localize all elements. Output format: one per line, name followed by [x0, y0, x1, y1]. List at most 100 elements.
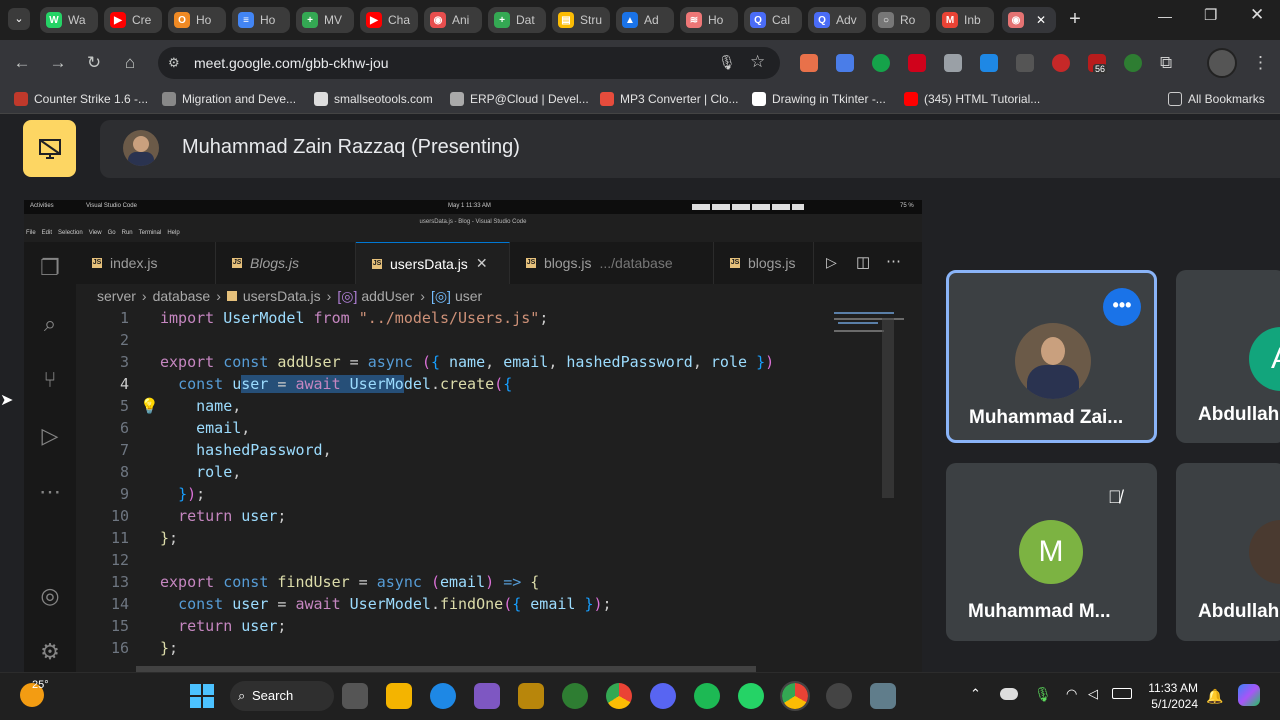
participant-tile[interactable]: Abdullah [1176, 463, 1280, 641]
bookmark-item[interactable]: MP3 Converter | Clo... [600, 92, 739, 106]
menu-item[interactable]: Run [122, 230, 133, 242]
grammarly-extension-icon[interactable] [872, 54, 890, 72]
pocket-extension-icon[interactable] [908, 54, 926, 72]
browser-tab[interactable]: ▲ Ad [616, 7, 674, 33]
spotify-icon[interactable] [694, 683, 720, 709]
minimap[interactable] [830, 308, 922, 674]
address-bar[interactable]: ⚙ meet.google.com/gbb-ckhw-jou 🎙 ☆ [158, 47, 780, 79]
browser-tab[interactable]: ▶ Cha [360, 7, 418, 33]
all-bookmarks[interactable]: All Bookmarks [1168, 92, 1265, 106]
tab-search-button[interactable]: ⌄ [8, 8, 30, 30]
run-icon[interactable]: ▷ [826, 254, 837, 271]
more-options-icon[interactable]: ••• [1103, 288, 1141, 326]
minimize-button[interactable]: — [1158, 8, 1172, 24]
microphone-icon[interactable]: 🎙 [718, 54, 736, 71]
vertical-scrollbar[interactable] [882, 318, 894, 498]
windows-start-icon[interactable] [190, 684, 214, 708]
extension-icon[interactable]: 56 [1088, 54, 1108, 74]
participant-tile[interactable]: A Abdullah [1176, 270, 1280, 443]
browser-tab[interactable]: ○ Ro [872, 7, 930, 33]
extension-icon[interactable] [1124, 54, 1142, 72]
browser-tab[interactable]: O Ho [168, 7, 226, 33]
notification-bell-icon[interactable]: 🔔 [1206, 688, 1223, 705]
restore-button[interactable]: ❐ [1204, 6, 1217, 24]
browser-tab[interactable]: ≋ Ho [680, 7, 738, 33]
clock-date[interactable]: 5/1/2024 [1146, 697, 1198, 711]
volume-icon[interactable]: ◁ [1088, 686, 1098, 702]
account-icon[interactable]: ◎ [36, 582, 64, 610]
site-info-icon[interactable]: ⚙ [168, 55, 180, 71]
editor-tab[interactable]: JS blogs.js .../database [510, 242, 714, 284]
browser-tab[interactable]: Q Cal [744, 7, 802, 33]
file-explorer-icon[interactable] [386, 683, 412, 709]
dosbox-icon[interactable] [518, 683, 544, 709]
battery-icon[interactable] [1112, 688, 1132, 699]
browser-tab[interactable]: Q Adv [808, 7, 866, 33]
menu-item[interactable]: Selection [58, 230, 83, 242]
chrome-active-icon[interactable] [780, 681, 810, 711]
extension-icon[interactable] [800, 54, 818, 72]
participant-tile-active[interactable]: ••• Muhammad Zai... [946, 270, 1157, 443]
app-icon[interactable] [562, 683, 588, 709]
lightbulb-icon[interactable]: 💡 [140, 397, 159, 415]
breadcrumb-item[interactable]: usersData.js [243, 288, 321, 304]
new-tab-button[interactable]: + [1064, 8, 1086, 30]
browser-tab[interactable]: ▤ Stru [552, 7, 610, 33]
reload-button[interactable]: ↻ [84, 53, 104, 73]
microphone-icon[interactable]: 🎙 [1034, 686, 1052, 703]
browser-tab[interactable]: M Inb [936, 7, 994, 33]
task-view-icon[interactable] [342, 683, 368, 709]
menu-item[interactable]: Help [167, 230, 179, 242]
help-icon[interactable] [430, 683, 456, 709]
bookmark-item[interactable]: Counter Strike 1.6 -... [14, 92, 148, 106]
obs-icon[interactable] [826, 683, 852, 709]
adblock-extension-icon[interactable] [1052, 54, 1070, 72]
editor-tab[interactable]: JS blogs.js [714, 242, 814, 284]
forward-button[interactable]: → [48, 53, 68, 73]
extension-icon[interactable] [980, 54, 998, 72]
home-button[interactable]: ⌂ [120, 53, 140, 73]
bookmark-star-icon[interactable]: ☆ [750, 52, 765, 72]
clock-time[interactable]: 11:33 AM [1146, 681, 1198, 695]
whatsapp-icon[interactable] [738, 683, 764, 709]
extensions-puzzle-icon[interactable]: ⧉ [1160, 53, 1172, 73]
translate-extension-icon[interactable] [836, 54, 854, 72]
editor-tab[interactable]: JS index.js [76, 242, 216, 284]
close-window-button[interactable]: ✕ [1250, 5, 1264, 25]
extension-icon[interactable] [944, 54, 962, 72]
copilot-icon[interactable] [1238, 684, 1260, 706]
bookmark-item[interactable]: ERP@Cloud | Devel... [450, 92, 589, 106]
participant-tile[interactable]: 🎙̸ M Muhammad M... [946, 463, 1157, 641]
bookmark-item[interactable]: (345) HTML Tutorial... [904, 92, 1040, 106]
menu-item[interactable]: Terminal [139, 230, 162, 242]
taskbar-search[interactable]: ⌕ Search [230, 681, 334, 711]
browser-tab[interactable]: W Wa [40, 7, 98, 33]
breadcrumb-item[interactable]: server [97, 288, 136, 304]
settings-gear-icon[interactable]: ⚙ [36, 638, 64, 666]
split-editor-icon[interactable]: ◫ [856, 253, 870, 271]
breadcrumb-item[interactable]: user [455, 288, 482, 304]
browser-tab[interactable]: + MV [296, 7, 354, 33]
close-tab-icon[interactable]: ✕ [476, 255, 488, 272]
wifi-icon[interactable]: ◠ [1066, 686, 1077, 702]
browser-tab[interactable]: ▶ Cre [104, 7, 162, 33]
chrome-menu-icon[interactable]: ⋮ [1252, 53, 1269, 73]
explorer-icon[interactable]: ❐ [36, 254, 64, 282]
menu-item[interactable]: Edit [42, 230, 52, 242]
editor-tab-active[interactable]: JS usersData.js ✕ [356, 242, 510, 284]
menu-item[interactable]: View [89, 230, 102, 242]
breadcrumb-item[interactable]: database [153, 288, 211, 304]
back-button[interactable]: ← [12, 53, 32, 73]
bookmark-item[interactable]: Migration and Deve... [162, 92, 296, 106]
tray-chevron-icon[interactable]: ⌃ [970, 686, 981, 702]
bookmark-item[interactable]: smallseotools.com [314, 92, 433, 106]
visual-studio-icon[interactable] [474, 683, 500, 709]
menu-item[interactable]: Go [108, 230, 116, 242]
editor-tab[interactable]: JS Blogs.js [216, 242, 356, 284]
browser-tab-active[interactable]: ◉ ✕ [1002, 7, 1056, 33]
menu-item[interactable]: File [26, 230, 36, 242]
profile-avatar[interactable] [1207, 48, 1237, 78]
chrome-icon[interactable] [606, 683, 632, 709]
discord-icon[interactable] [650, 683, 676, 709]
more-icon[interactable]: ⋯ [36, 478, 64, 506]
